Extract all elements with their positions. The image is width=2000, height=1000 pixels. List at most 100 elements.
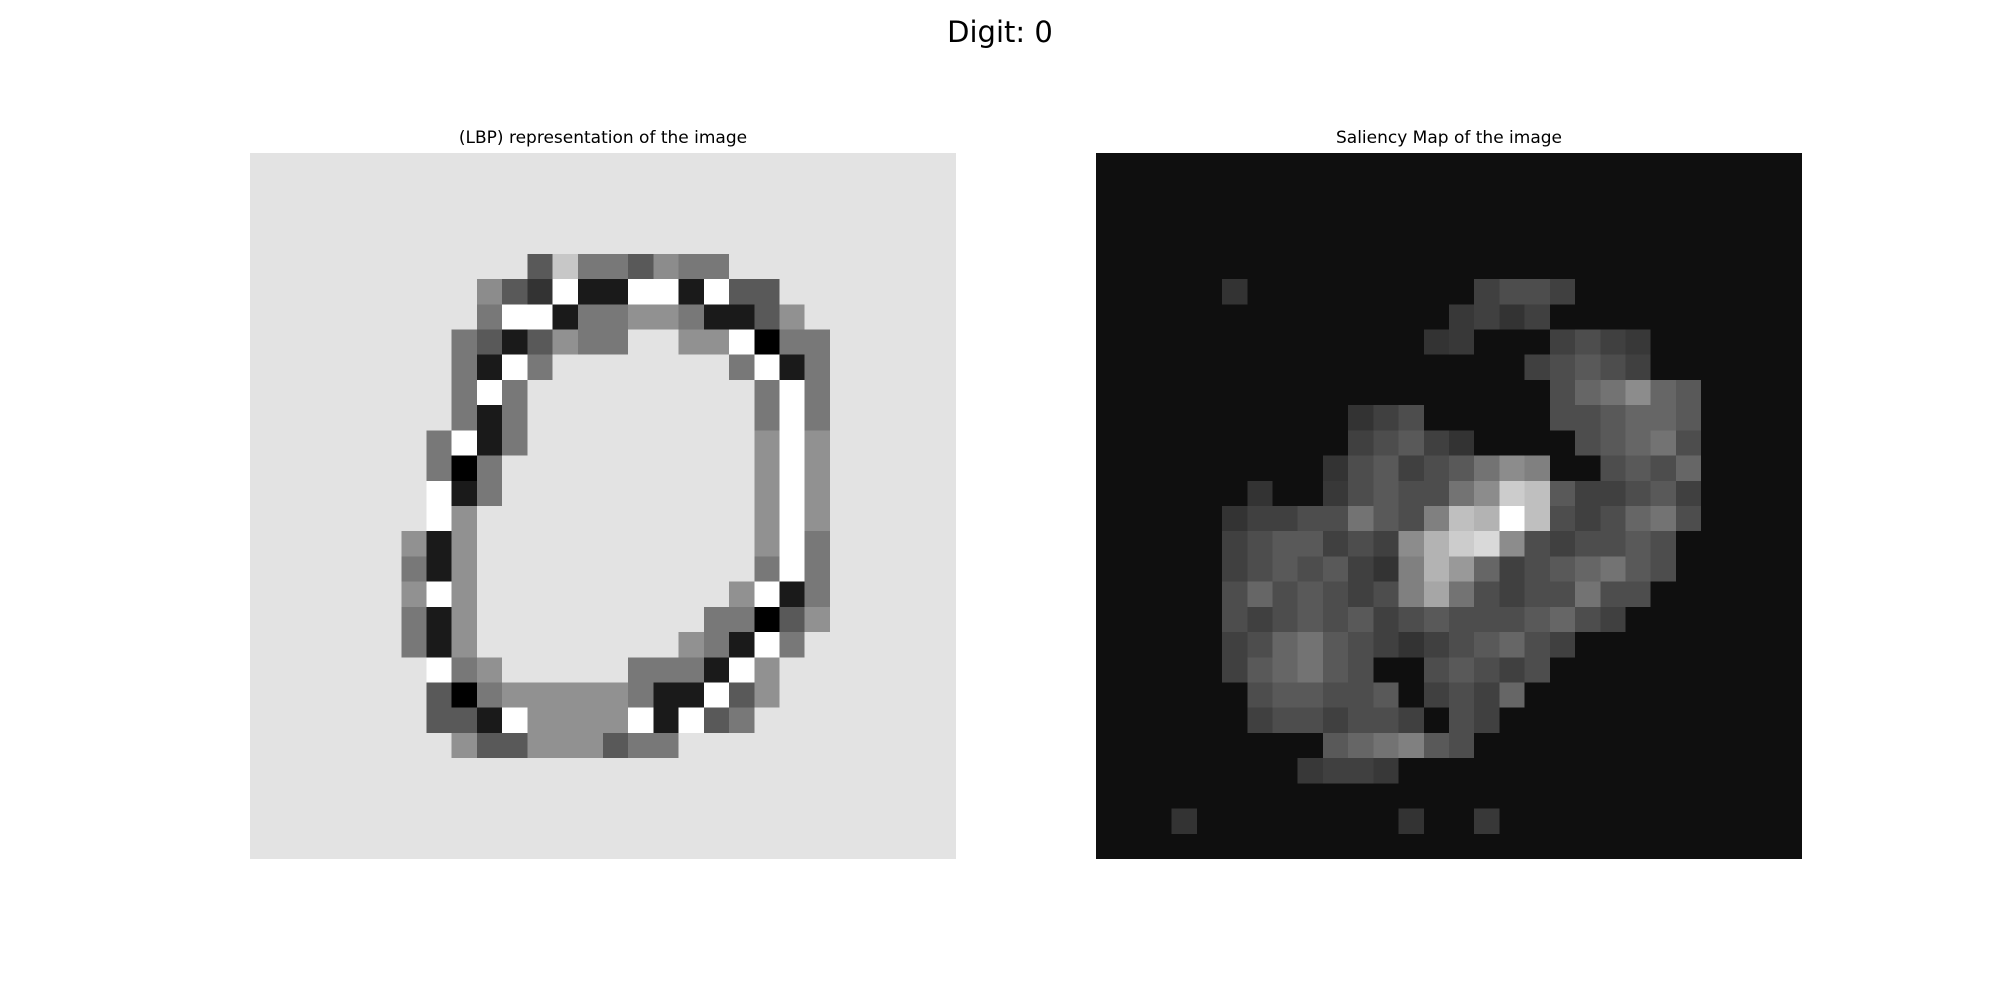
saliency-panel-title: Saliency Map of the image	[1335, 128, 1563, 148]
saliency-cell	[1625, 758, 1652, 784]
saliency-cell	[1121, 758, 1147, 784]
saliency-cell	[1650, 506, 1677, 532]
saliency-cell	[1373, 430, 1400, 457]
saliency-cell	[1499, 531, 1526, 557]
saliency-cell	[1675, 178, 1702, 204]
saliency-cell	[1272, 556, 1299, 583]
saliency-cell	[1247, 279, 1274, 305]
lbp-cell	[275, 304, 301, 331]
lbp-cell	[376, 758, 402, 784]
saliency-cell	[1675, 556, 1702, 583]
saliency-cell	[1146, 707, 1173, 734]
lbp-cell	[376, 682, 402, 709]
saliency-cell	[1575, 379, 1601, 406]
saliency-cell	[1146, 329, 1173, 356]
saliency-cell	[1423, 354, 1450, 381]
lbp-cell	[729, 178, 755, 204]
lbp-cell	[350, 758, 377, 784]
lbp-cell	[930, 455, 956, 482]
lbp-cell	[703, 480, 730, 507]
saliency-cell	[1196, 354, 1223, 381]
lbp-cell	[628, 153, 654, 179]
saliency-cell	[1549, 556, 1576, 583]
lbp-cell	[804, 556, 831, 583]
lbp-cell	[628, 405, 654, 431]
lbp-cell	[829, 531, 856, 557]
lbp-cell	[829, 178, 856, 204]
saliency-cell	[1096, 707, 1122, 734]
lbp-cell	[502, 455, 528, 482]
lbp-cell	[451, 228, 478, 255]
lbp-cell	[300, 808, 327, 835]
lbp-cell	[905, 531, 932, 557]
lbp-cell	[829, 632, 856, 658]
saliency-cell	[1096, 758, 1122, 784]
saliency-cell	[1600, 455, 1627, 482]
saliency-cell	[1398, 581, 1425, 608]
lbp-cell	[855, 354, 881, 381]
saliency-cell	[1726, 783, 1753, 810]
saliency-cell	[1575, 783, 1601, 810]
lbp-cell	[855, 304, 881, 331]
saliency-cell	[1600, 606, 1627, 633]
saliency-cell	[1575, 531, 1601, 557]
saliency-cell	[1449, 253, 1475, 280]
saliency-cell	[1196, 707, 1223, 734]
lbp-cell	[376, 833, 402, 859]
saliency-cell	[1297, 682, 1324, 709]
lbp-cell	[628, 455, 654, 482]
lbp-cell	[350, 379, 377, 406]
lbp-cell	[779, 455, 806, 482]
lbp-cell	[376, 430, 402, 457]
lbp-cell	[703, 707, 730, 734]
saliency-cell	[1171, 732, 1198, 759]
lbp-cell	[729, 379, 755, 406]
lbp-cell	[275, 707, 301, 734]
lbp-cell	[905, 506, 932, 532]
lbp-cell	[754, 581, 781, 608]
saliency-cell	[1247, 707, 1274, 734]
saliency-cell	[1423, 379, 1450, 406]
lbp-cell	[628, 354, 654, 381]
lbp-cell	[552, 480, 579, 507]
lbp-cell	[829, 480, 856, 507]
saliency-cell	[1322, 808, 1349, 835]
lbp-cell	[275, 506, 301, 532]
lbp-cell	[754, 430, 781, 457]
lbp-cell	[300, 405, 327, 431]
lbp-cell	[653, 682, 680, 709]
lbp-cell	[376, 657, 402, 684]
saliency-cell	[1146, 253, 1173, 280]
lbp-cell	[451, 304, 478, 331]
saliency-cell	[1549, 480, 1576, 507]
lbp-cell	[451, 430, 478, 457]
saliency-cell	[1121, 707, 1147, 734]
saliency-cell	[1196, 279, 1223, 305]
saliency-cell	[1398, 758, 1425, 784]
lbp-cell	[527, 304, 554, 331]
lbp-cell	[603, 632, 629, 658]
lbp-cell	[476, 304, 503, 331]
saliency-cell	[1675, 354, 1702, 381]
saliency-cell	[1449, 682, 1475, 709]
lbp-cell	[577, 178, 604, 204]
saliency-cell	[1499, 707, 1526, 734]
lbp-cell	[300, 506, 327, 532]
saliency-cell	[1423, 203, 1450, 230]
lbp-cell	[552, 329, 579, 356]
lbp-cell	[729, 808, 755, 835]
lbp-cell	[678, 833, 705, 859]
saliency-cell	[1726, 203, 1753, 230]
lbp-cell	[300, 203, 327, 230]
lbp-cell	[678, 632, 705, 658]
lbp-cell	[804, 657, 831, 684]
lbp-cell	[325, 228, 352, 255]
saliency-cell	[1373, 707, 1400, 734]
lbp-cell	[930, 808, 956, 835]
saliency-cell	[1524, 329, 1551, 356]
lbp-cell	[325, 833, 352, 859]
lbp-cell	[703, 379, 730, 406]
lbp-cell	[678, 556, 705, 583]
saliency-cell	[1423, 279, 1450, 305]
lbp-cell	[880, 556, 907, 583]
